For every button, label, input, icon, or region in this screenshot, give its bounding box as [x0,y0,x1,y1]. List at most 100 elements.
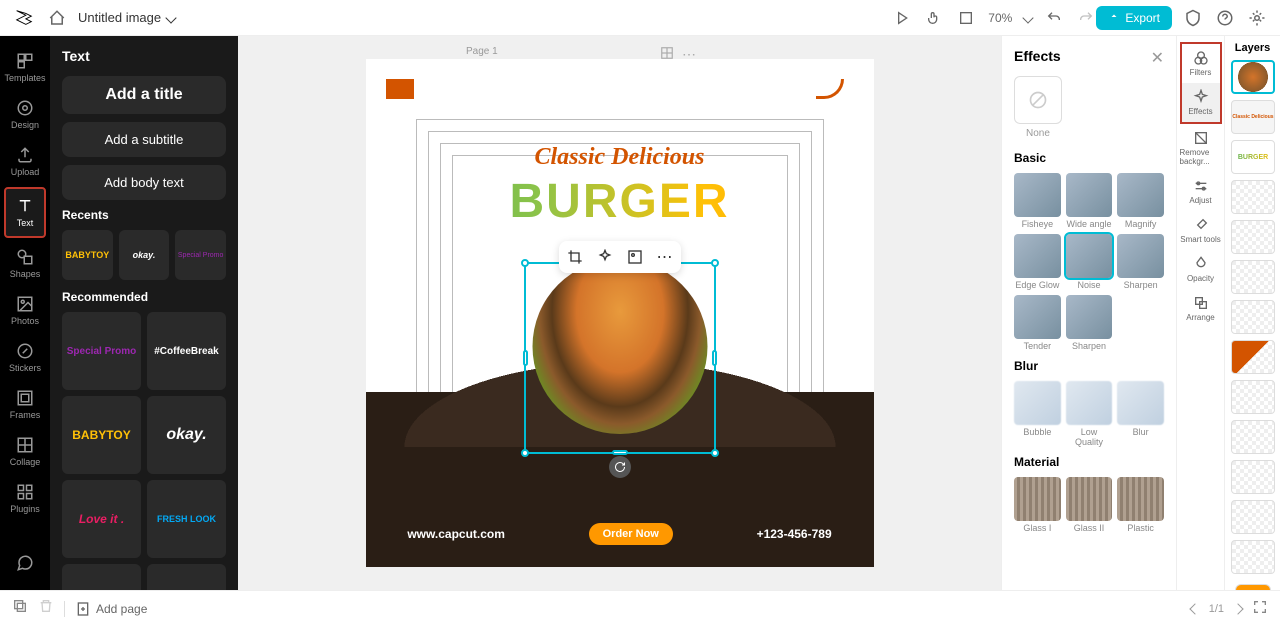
phone-text[interactable]: +123-456-789 [757,527,832,541]
design-canvas[interactable]: Classic Delicious BURGER [366,59,874,567]
toolrail-adjust[interactable]: Adjust [1180,172,1222,211]
next-page[interactable] [1232,603,1243,614]
layers-icon[interactable] [12,598,28,619]
toolrail-effects[interactable]: Effects [1180,83,1222,124]
prev-page[interactable] [1189,603,1200,614]
home-icon[interactable] [48,9,66,27]
chevron-down-icon[interactable] [1023,12,1034,23]
resize-icon[interactable] [956,8,976,28]
text-preset[interactable]: Special Promo [62,312,141,390]
settings-icon[interactable] [1246,7,1268,29]
effect-none[interactable] [1014,76,1062,124]
navrail-comment[interactable] [0,546,50,580]
zoom-level[interactable]: 70% [988,11,1012,25]
layer-thumb[interactable] [1231,500,1275,534]
add-page-button[interactable]: Add page [75,601,147,617]
navrail-frames[interactable]: Frames [0,381,50,428]
navrail-templates[interactable]: Templates [0,44,50,91]
effect-sharpen2[interactable]: Sharpen [1066,295,1113,351]
text-preset[interactable]: WHAT IF.. [147,564,226,590]
toolrail-opacity[interactable]: Opacity [1180,250,1222,289]
effect-fisheye[interactable]: Fisheye [1014,173,1061,229]
layer-thumb[interactable] [1231,460,1275,494]
effect-blur[interactable]: Blur [1117,381,1164,447]
layer-thumb[interactable] [1231,60,1275,94]
effect-lowquality[interactable]: Low Quality [1066,381,1113,447]
add-title-button[interactable]: Add a title [62,76,226,114]
text-preset[interactable]: FRESH LOOK [147,480,226,558]
burger-heading[interactable]: BURGER [366,174,874,229]
redo-icon[interactable] [1076,8,1096,28]
undo-icon[interactable] [1044,8,1064,28]
navrail-photos[interactable]: Photos [0,287,50,334]
close-icon[interactable]: ✕ [1151,48,1164,68]
text-preset[interactable]: #CoffeeBreak [147,312,226,390]
navrail-collage[interactable]: Collage [0,428,50,475]
shield-icon[interactable] [1182,7,1204,29]
effect-bubble[interactable]: Bubble [1014,381,1061,447]
export-button[interactable]: Export [1096,6,1172,30]
resize-handle[interactable] [711,449,719,457]
effect-wideangle[interactable]: Wide angle [1066,173,1113,229]
text-preset[interactable]: okay. [147,396,226,474]
layer-thumb[interactable] [1231,260,1275,294]
layer-thumb[interactable] [1231,300,1275,334]
effect-plastic[interactable]: Plastic [1117,477,1164,533]
resize-handle[interactable] [521,449,529,457]
toolrail-smart[interactable]: Smart tools [1180,211,1222,250]
navrail-text[interactable]: Text [4,187,46,238]
website-text[interactable]: www.capcut.com [407,527,505,541]
image-icon[interactable] [624,246,646,268]
toolrail-removebg[interactable]: Remove backgr... [1180,124,1222,172]
text-preset[interactable]: Special Promo [175,230,226,280]
text-preset[interactable]: Exclusive Jewelry [62,564,141,590]
resize-handle[interactable] [712,350,717,366]
layer-thumb[interactable] [1231,420,1275,454]
layer-thumb[interactable] [1231,340,1275,374]
more-icon[interactable]: ⋯ [654,246,676,268]
effect-magnify[interactable]: Magnify [1117,173,1164,229]
layer-thumb[interactable]: BURGER [1231,140,1275,174]
navrail-design[interactable]: Design [0,91,50,138]
text-preset[interactable]: okay. [119,230,170,280]
add-body-button[interactable]: Add body text [62,165,226,200]
magic-icon[interactable] [594,246,616,268]
order-button[interactable]: Order Now [589,523,673,545]
effect-tender[interactable]: Tender [1014,295,1061,351]
effect-sharpen[interactable]: Sharpen [1117,234,1164,290]
layer-thumb[interactable] [1235,584,1271,590]
navrail-plugins[interactable]: Plugins [0,475,50,522]
fullscreen-icon[interactable] [1252,599,1268,618]
layer-thumb[interactable] [1231,380,1275,414]
text-preset[interactable]: Love it . [62,480,141,558]
crop-icon[interactable] [564,246,586,268]
resize-handle[interactable] [711,259,719,267]
add-subtitle-button[interactable]: Add a subtitle [62,122,226,157]
navrail-stickers[interactable]: Stickers [0,334,50,381]
play-icon[interactable] [892,8,912,28]
trash-icon[interactable] [38,598,54,619]
layer-thumb[interactable] [1231,540,1275,574]
rotate-handle[interactable] [609,456,631,478]
resize-handle[interactable] [612,450,628,455]
text-preset[interactable]: BABYTOY [62,230,113,280]
classic-text[interactable]: Classic Delicious [366,144,874,171]
app-logo[interactable] [12,6,36,30]
layer-thumb[interactable] [1231,180,1275,214]
resize-handle[interactable] [521,259,529,267]
text-preset[interactable]: BABYTOY [62,396,141,474]
toolrail-filters[interactable]: Filters [1180,42,1222,83]
toolrail-arrange[interactable]: Arrange [1180,289,1222,328]
effect-noise[interactable]: Noise [1066,234,1113,290]
effect-glass1[interactable]: Glass I [1014,477,1061,533]
effect-edgeglow[interactable]: Edge Glow [1014,234,1061,290]
navrail-upload[interactable]: Upload [0,138,50,185]
filename[interactable]: Untitled image [78,10,175,25]
help-icon[interactable] [1214,7,1236,29]
resize-handle[interactable] [523,350,528,366]
navrail-shapes[interactable]: Shapes [0,240,50,287]
hand-icon[interactable] [924,8,944,28]
effect-glass2[interactable]: Glass II [1066,477,1113,533]
layer-thumb[interactable]: Classic Delicious [1231,100,1275,134]
layer-thumb[interactable] [1231,220,1275,254]
